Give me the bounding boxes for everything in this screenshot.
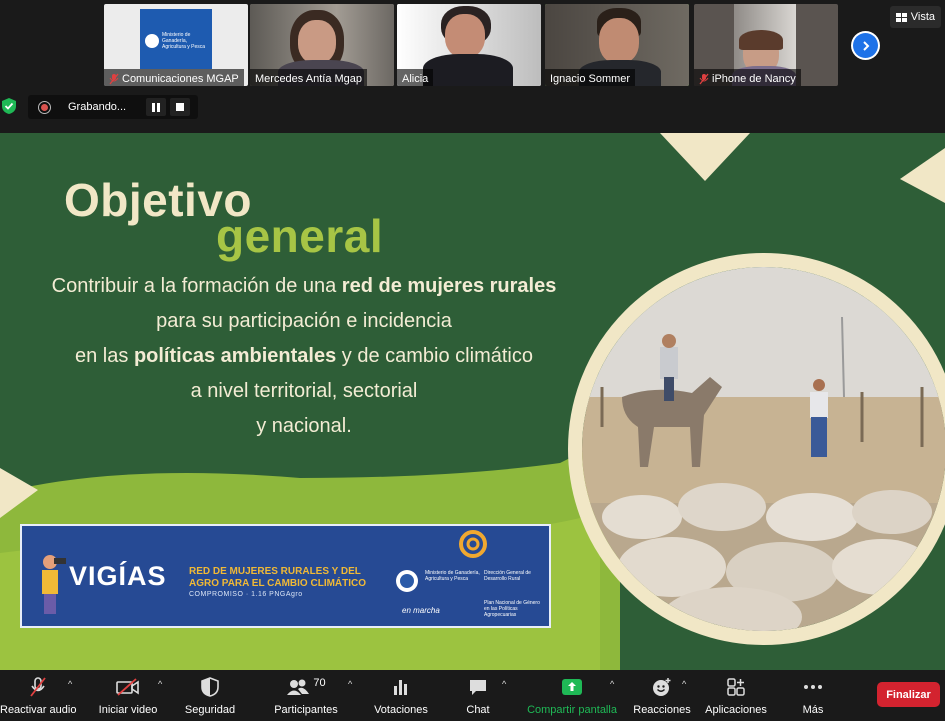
more-label: Más [802, 704, 824, 716]
apps-label: Aplicaciones [705, 704, 767, 716]
chevron-up-icon[interactable]: ^ [610, 679, 614, 689]
participant-name: iPhone de Nancy [712, 72, 796, 85]
participant-tile[interactable]: Ministerio de Ganadería, Agricultura y P… [104, 4, 248, 86]
meeting-toolbar: Reactivar audio ^ Iniciar video ^ Seguri… [0, 671, 945, 721]
banner-ministry: Ministerio de Ganadería, Agricultura y P… [425, 570, 480, 582]
body-line: para su participación e incidencia [156, 310, 452, 332]
zoom-meeting-window: Ministerio de Ganadería, Agricultura y P… [0, 0, 945, 721]
participant-name: Ignacio Sommer [550, 72, 631, 85]
apps-button[interactable]: Aplicaciones [704, 675, 768, 719]
start-video-button[interactable]: Iniciar video [96, 675, 160, 719]
chevron-up-icon[interactable]: ^ [348, 679, 352, 689]
woman-with-binoculars-icon [42, 555, 66, 614]
mic-muted-icon [109, 73, 119, 84]
participants-icon [287, 679, 310, 695]
banner-plan: Plan Nacional de Género en las Políticas… [484, 600, 540, 618]
more-dots-icon [804, 685, 822, 689]
body-line: a nivel territorial, sectorial [190, 380, 418, 402]
shared-screen-slide: Objetivo general Contribuir a la formaci… [0, 133, 945, 670]
participant-strip: Ministerio de Ganadería, Agricultura y P… [0, 0, 945, 92]
participant-tile[interactable]: iPhone de Nancy [694, 4, 838, 86]
share-screen-label: Compartir pantalla [527, 704, 617, 716]
more-button[interactable]: Más [796, 675, 830, 719]
slide-body-text: Contribuir a la formación de una red de … [0, 269, 608, 444]
polls-button[interactable]: Votaciones [370, 675, 432, 719]
chevron-up-icon[interactable]: ^ [68, 679, 72, 689]
share-screen-icon [562, 679, 582, 695]
security-label: Seguridad [184, 704, 236, 716]
participant-tile[interactable]: Alicia [397, 4, 541, 86]
stop-recording-button[interactable] [170, 98, 190, 116]
spiral-logo-icon [459, 530, 487, 558]
recording-bar: Grabando... [28, 95, 198, 119]
participant-name: Alicia [402, 72, 429, 85]
grid-view-icon [895, 12, 907, 22]
vigias-banner: VIGÍAS RED DE MUJERES RURALES Y DEL AGRO… [20, 524, 551, 628]
participants-label: Participantes [274, 704, 338, 716]
chevron-up-icon[interactable]: ^ [682, 679, 686, 689]
participant-name: Comunicaciones MGAP [122, 72, 239, 85]
rural-photo [568, 253, 945, 645]
polls-icon [394, 680, 407, 695]
recording-label: Grabando... [68, 101, 127, 113]
audio-label: Reactivar audio [0, 704, 77, 716]
slide-subtitle: general [216, 210, 384, 262]
end-meeting-button[interactable]: Finalizar [877, 682, 940, 707]
body-line: y nacional. [256, 415, 352, 437]
participants-button[interactable]: 70 Participantes [270, 675, 342, 719]
security-button[interactable]: Seguridad [180, 675, 240, 719]
polls-label: Votaciones [374, 704, 428, 716]
banner-tagline: en marcha [402, 606, 440, 615]
banner-headline: RED DE MUJERES RURALES Y DEL AGRO PARA E… [189, 566, 367, 589]
chat-label: Chat [466, 704, 490, 716]
chevron-up-icon[interactable]: ^ [502, 679, 506, 689]
pause-icon [152, 102, 160, 112]
mic-muted-icon [699, 73, 709, 84]
chat-button[interactable]: Chat [458, 675, 498, 719]
view-button[interactable]: Vista [889, 6, 941, 28]
participants-count: 70 [313, 677, 326, 689]
stop-icon [176, 103, 184, 111]
chevron-up-icon[interactable]: ^ [158, 679, 162, 689]
reactions-label: Reacciones [633, 704, 691, 716]
participant-tile[interactable]: Mercedes Antía Mgap [250, 4, 394, 86]
mic-muted-icon [30, 677, 46, 697]
view-label: Vista [910, 11, 935, 23]
participant-tile[interactable]: Ignacio Sommer [545, 4, 689, 86]
unmute-audio-button[interactable]: Reactivar audio [0, 675, 76, 719]
participant-name: Mercedes Antía Mgap [255, 72, 363, 85]
next-participants-button[interactable] [851, 31, 880, 60]
chat-icon [470, 680, 486, 695]
banner-direction: Dirección General de Desarrollo Rural [484, 570, 531, 582]
share-screen-button[interactable]: Compartir pantalla [524, 675, 620, 719]
video-label: Iniciar video [98, 704, 158, 716]
body-line: Contribuir a la formación de una red de … [51, 275, 557, 297]
pause-recording-button[interactable] [146, 98, 166, 116]
recording-icon [38, 100, 51, 114]
encryption-shield-icon[interactable] [1, 97, 17, 115]
shield-icon [201, 677, 219, 697]
banner-commitment: COMPROMISO · 1.16 PNGAgro [189, 591, 303, 598]
apps-icon [727, 678, 745, 696]
vigias-brand: VIGÍAS [69, 561, 167, 591]
uruguay-coat-of-arms-icon [396, 570, 418, 592]
video-off-icon [116, 678, 139, 696]
chevron-right-icon [853, 33, 878, 58]
emoji-icon [653, 678, 671, 696]
body-line: en las políticas ambientales y de cambio… [75, 345, 533, 367]
